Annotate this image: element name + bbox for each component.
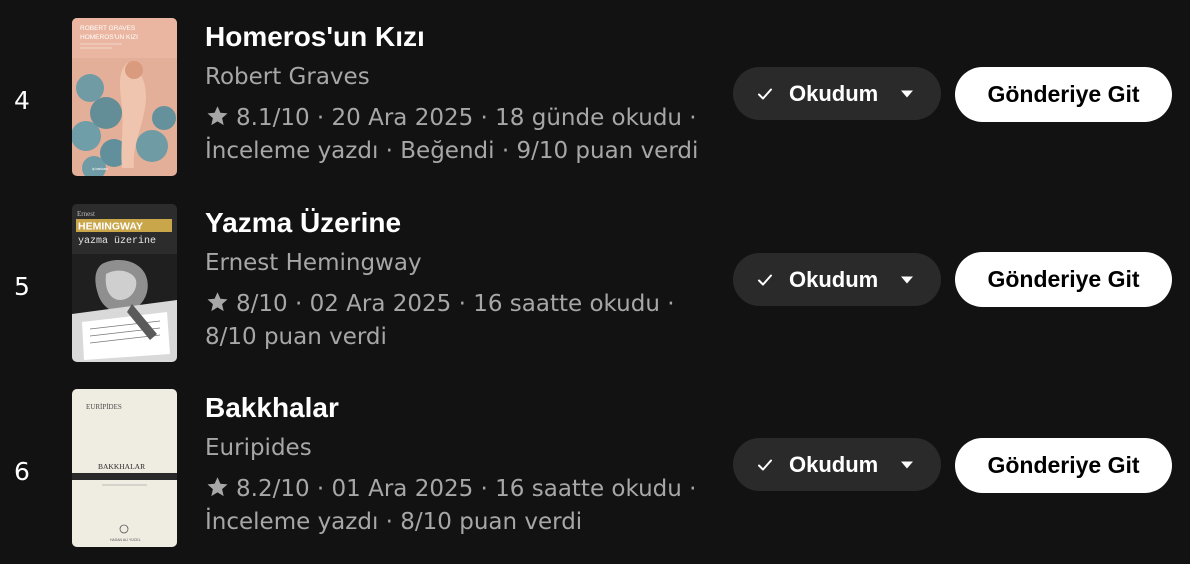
check-icon — [758, 274, 772, 285]
status-label: Okudum — [789, 451, 879, 477]
status-label: Okudum — [789, 80, 879, 106]
book-title[interactable]: Bakkhalar — [205, 391, 705, 425]
book-row: 6 EURİPİDES BAKKHALAR HASAN ALİ YÜCEL Ba… — [0, 371, 1190, 557]
book-title[interactable]: Yazma Üzerine — [205, 206, 705, 240]
book-cover[interactable]: Ernest HEMINGWAY yazma üzerine — [72, 204, 177, 362]
chevron-down-icon — [901, 90, 914, 97]
cover-title-text: yazma üzerine — [78, 235, 156, 247]
rank-number: 5 — [14, 272, 30, 301]
reading-list: 4 ROBERT GRAVES HOMEROS'UN KIZI iş banka… — [0, 0, 1190, 564]
status-label: Okudum — [789, 266, 879, 292]
go-to-post-button[interactable]: Gönderiye Git — [955, 438, 1172, 493]
book-title[interactable]: Homeros'un Kızı — [205, 20, 705, 54]
cover-title-text: ROBERT GRAVES — [80, 25, 136, 32]
reading-status-button[interactable]: Okudum — [733, 67, 941, 120]
cover-title-text: EURİPİDES — [86, 403, 122, 411]
cover-art-homeros: ROBERT GRAVES HOMEROS'UN KIZI iş bankası — [72, 18, 177, 176]
book-row: 4 ROBERT GRAVES HOMEROS'UN KIZI iş banka… — [0, 0, 1190, 186]
book-meta: 8.1/10 · 20 Ara 2025 · 18 günde okudu · … — [205, 102, 705, 168]
star-icon — [207, 292, 228, 312]
book-info: Yazma Üzerine Ernest Hemingway 8/10 · 02… — [205, 206, 705, 354]
book-info: Homeros'un Kızı Robert Graves 8.1/10 · 2… — [205, 20, 705, 168]
chevron-down-icon — [901, 276, 914, 283]
go-to-post-button[interactable]: Gönderiye Git — [955, 252, 1172, 307]
book-author[interactable]: Euripides — [205, 433, 705, 463]
go-to-post-button[interactable]: Gönderiye Git — [955, 67, 1172, 122]
svg-text:iş bankası: iş bankası — [92, 167, 108, 171]
check-icon — [758, 459, 772, 470]
star-icon — [207, 477, 228, 497]
chevron-down-icon — [901, 461, 914, 468]
svg-text:HASAN ALİ YÜCEL: HASAN ALİ YÜCEL — [110, 537, 141, 542]
rank-number: 6 — [14, 457, 30, 486]
book-info: Bakkhalar Euripides 8.2/10 · 01 Ara 2025… — [205, 391, 705, 539]
cover-title-text: HOMEROS'UN KIZI — [80, 34, 138, 41]
cover-art-hemingway: Ernest HEMINGWAY yazma üzerine — [72, 204, 177, 362]
cover-title-text: HEMINGWAY — [78, 221, 143, 233]
check-icon — [758, 88, 772, 99]
book-cover[interactable]: ROBERT GRAVES HOMEROS'UN KIZI iş bankası — [72, 18, 177, 176]
book-meta-text: 8.1/10 · 20 Ara 2025 · 18 günde okudu · … — [205, 105, 699, 164]
book-meta-text: 8/10 · 02 Ara 2025 · 16 saatte okudu · 8… — [205, 291, 675, 350]
reading-status-button[interactable]: Okudum — [733, 438, 941, 491]
cover-art-bakkhalar: EURİPİDES BAKKHALAR HASAN ALİ YÜCEL — [72, 389, 177, 547]
book-meta: 8.2/10 · 01 Ara 2025 · 16 saatte okudu ·… — [205, 473, 705, 539]
cover-title-text: Ernest — [77, 210, 95, 218]
book-meta-text: 8.2/10 · 01 Ara 2025 · 16 saatte okudu ·… — [205, 476, 697, 535]
reading-status-button[interactable]: Okudum — [733, 253, 941, 306]
book-meta: 8/10 · 02 Ara 2025 · 16 saatte okudu · 8… — [205, 288, 705, 354]
book-row: 5 Ernest HEMINGWAY yazma üzerine Yazma Ü… — [0, 186, 1190, 372]
rank-number: 4 — [14, 86, 30, 115]
star-icon — [207, 106, 228, 126]
book-author[interactable]: Ernest Hemingway — [205, 248, 705, 278]
book-cover[interactable]: EURİPİDES BAKKHALAR HASAN ALİ YÜCEL — [72, 389, 177, 547]
cover-title-text: BAKKHALAR — [98, 462, 145, 471]
book-author[interactable]: Robert Graves — [205, 62, 705, 92]
